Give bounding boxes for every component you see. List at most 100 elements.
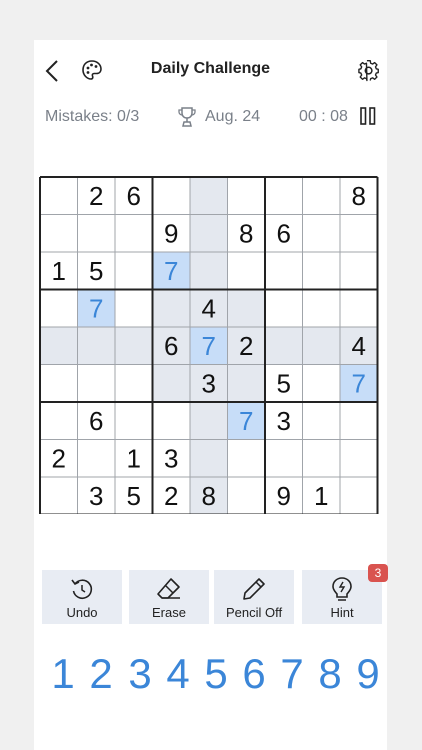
entered-digit: 7 <box>202 331 216 361</box>
given-digit: 2 <box>52 443 66 473</box>
board-cell[interactable] <box>77 214 116 253</box>
numpad-9[interactable]: 9 <box>349 650 387 698</box>
numpad-7[interactable]: 7 <box>273 650 311 698</box>
undo-label: Undo <box>66 605 98 620</box>
board-cell[interactable] <box>302 177 341 215</box>
given-digit: 6 <box>164 331 178 361</box>
board-cell[interactable] <box>265 439 303 478</box>
given-digit: 2 <box>89 181 103 211</box>
given-digit: 1 <box>314 481 328 511</box>
board-cell[interactable] <box>340 477 378 514</box>
status-bar: Mistakes: 0/3 Aug. 24 00 : 08 <box>34 106 387 130</box>
given-digit: 1 <box>127 443 141 473</box>
numpad-3[interactable]: 3 <box>121 650 159 698</box>
numpad-6[interactable]: 6 <box>235 650 273 698</box>
pencil-icon <box>241 576 267 605</box>
numpad-4[interactable]: 4 <box>159 650 197 698</box>
board-cell[interactable] <box>77 364 116 403</box>
hint-count-badge: 3 <box>368 564 388 582</box>
lightbulb-icon <box>329 576 355 607</box>
board-cell[interactable] <box>227 289 266 328</box>
board-cell[interactable] <box>190 177 228 215</box>
board-cell[interactable] <box>302 252 341 290</box>
pause-icon[interactable] <box>360 107 376 130</box>
given-digit: 3 <box>164 443 178 473</box>
given-digit: 5 <box>127 481 141 511</box>
board-cell[interactable] <box>265 289 303 328</box>
board-cell[interactable] <box>40 327 78 365</box>
pencil-toggle-button[interactable]: Pencil Off <box>214 570 294 624</box>
given-digit: 3 <box>89 481 103 511</box>
mistakes-counter: Mistakes: 0/3 <box>45 108 140 125</box>
board-cell[interactable] <box>227 439 266 478</box>
board-cell[interactable] <box>302 364 341 403</box>
board-cell[interactable] <box>227 252 266 290</box>
board-cell[interactable] <box>190 402 228 440</box>
gear-icon[interactable] <box>357 59 381 83</box>
sudoku-board[interactable]: 2 6 89 8 61 5 77 46 7 2 43 5 76 7 32 1 33 5 2 8 9 1 <box>39 176 383 514</box>
board-cell[interactable] <box>265 177 303 215</box>
given-digit: 3 <box>277 406 291 436</box>
entered-digit: 7 <box>352 368 366 398</box>
board-cell[interactable] <box>302 289 341 328</box>
board-cell[interactable] <box>152 177 191 215</box>
board-cell[interactable] <box>77 439 116 478</box>
board-cell[interactable] <box>227 477 266 514</box>
board-cell[interactable] <box>190 214 228 253</box>
hint-label: Hint <box>330 605 354 620</box>
board-cell[interactable] <box>190 252 228 290</box>
erase-label: Erase <box>152 605 186 620</box>
board-cell[interactable] <box>152 289 191 328</box>
board-cell[interactable] <box>40 477 78 514</box>
board-cell[interactable] <box>77 327 116 365</box>
numpad-8[interactable]: 8 <box>311 650 349 698</box>
board-cell[interactable] <box>340 252 378 290</box>
board-cell[interactable] <box>40 289 78 328</box>
board-cell[interactable] <box>265 327 303 365</box>
challenge-date: Aug. 24 <box>205 108 261 125</box>
entered-digit: 7 <box>164 256 178 286</box>
board-cell[interactable] <box>340 289 378 328</box>
board-cell[interactable] <box>227 364 266 403</box>
board-cell[interactable] <box>302 214 341 253</box>
board-cell[interactable] <box>190 439 228 478</box>
given-digit: 3 <box>202 368 216 398</box>
given-digit: 4 <box>352 331 366 361</box>
board-cell[interactable] <box>152 402 191 440</box>
given-digit: 9 <box>277 481 291 511</box>
board-cell[interactable] <box>40 364 78 403</box>
numpad-5[interactable]: 5 <box>197 650 235 698</box>
eraser-icon <box>156 576 182 605</box>
hint-button[interactable]: Hint 3 <box>302 564 388 624</box>
board-cell[interactable] <box>152 364 191 403</box>
board-cell[interactable] <box>302 439 341 478</box>
numpad-2[interactable]: 2 <box>82 650 120 698</box>
board-cell[interactable] <box>40 177 78 215</box>
board-cell[interactable] <box>115 214 153 253</box>
board-cell[interactable] <box>115 327 153 365</box>
board-cell[interactable] <box>40 214 78 253</box>
board-cell[interactable] <box>265 252 303 290</box>
board-cell[interactable] <box>302 327 341 365</box>
given-digit: 6 <box>127 181 141 211</box>
given-digit: 1 <box>52 256 66 286</box>
board-cell[interactable] <box>302 402 341 440</box>
erase-button[interactable]: Erase <box>129 570 209 624</box>
given-digit: 5 <box>277 368 291 398</box>
board-cell[interactable] <box>227 177 266 215</box>
board-cell[interactable] <box>340 214 378 253</box>
action-toolbar: Undo Erase Pencil Off Hint 3 <box>42 564 388 626</box>
given-digit: 8 <box>202 481 216 511</box>
numpad-1[interactable]: 1 <box>44 650 82 698</box>
board-cell[interactable] <box>115 289 153 328</box>
board-cell[interactable] <box>115 402 153 440</box>
undo-icon <box>69 576 95 605</box>
board-cell[interactable] <box>340 402 378 440</box>
given-digit: 2 <box>164 481 178 511</box>
board-cell[interactable] <box>115 252 153 290</box>
board-cell[interactable] <box>40 402 78 440</box>
undo-button[interactable]: Undo <box>42 570 122 624</box>
board-cell[interactable] <box>340 439 378 478</box>
given-digit: 6 <box>277 218 291 248</box>
board-cell[interactable] <box>115 364 153 403</box>
